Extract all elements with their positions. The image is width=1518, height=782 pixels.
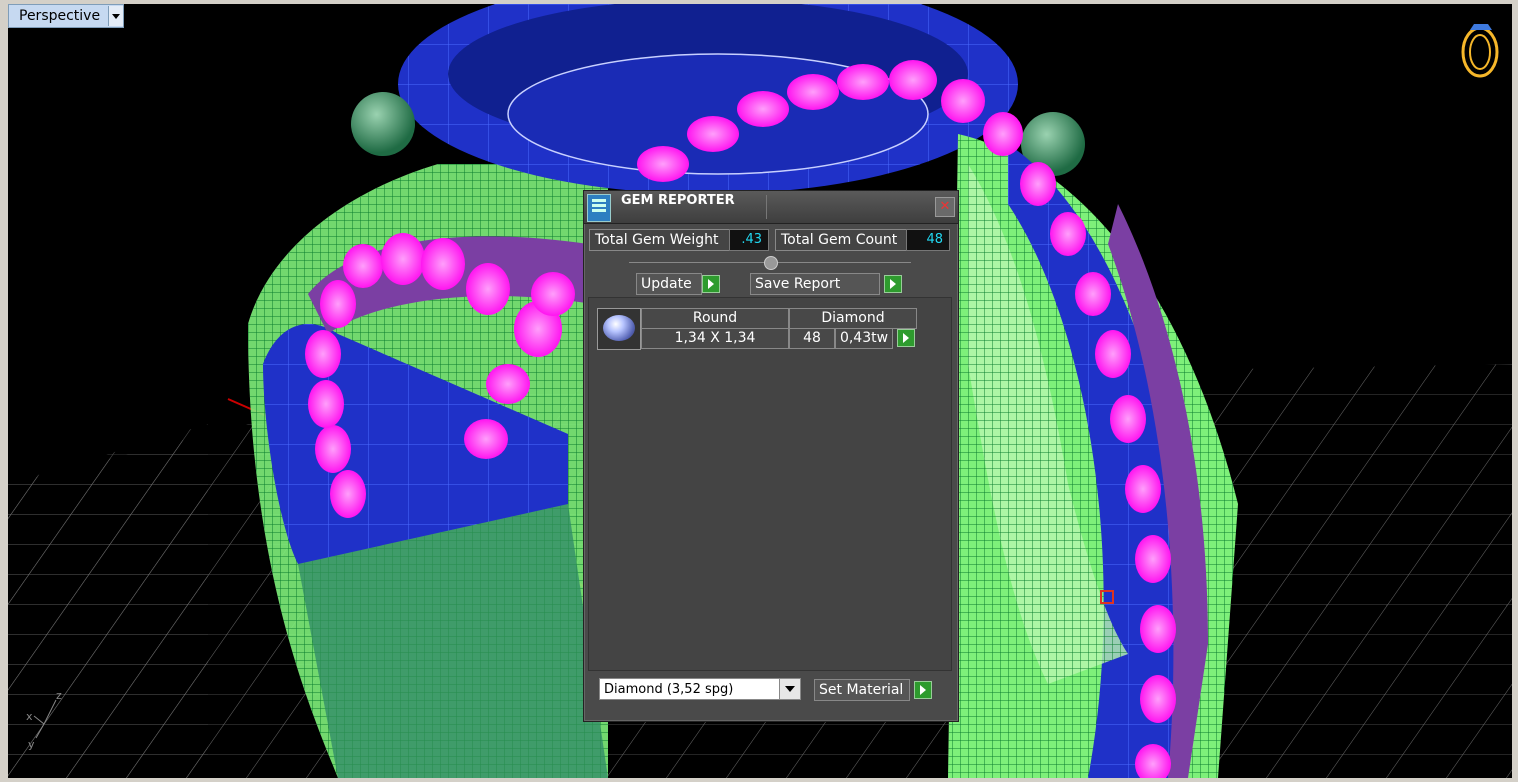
material-select[interactable]: Diamond (3,52 spg) (599, 678, 801, 700)
svg-text:x: x (26, 710, 33, 723)
save-report-button[interactable]: Save Report (750, 273, 880, 295)
ring-logo-icon (1461, 24, 1499, 78)
gem-material-cell: Diamond (789, 308, 917, 329)
ring-right-shank (948, 134, 1238, 778)
window-left-border (0, 0, 8, 782)
gem-count-cell: 48 (789, 328, 835, 349)
svg-text:y: y (28, 738, 35, 751)
svg-text:z: z (56, 689, 62, 702)
total-gem-weight-label: Total Gem Weight (589, 229, 732, 251)
gem-reporter-window[interactable]: GEM REPORTER ✕ Total Gem Weight .43 Tota… (583, 190, 959, 722)
gem-reporter-title: GEM REPORTER (621, 193, 735, 208)
gem-reporter-logo-icon (587, 194, 611, 222)
title-separator (766, 195, 767, 219)
update-button[interactable]: Update (636, 273, 702, 295)
total-gem-weight-value: .43 (729, 229, 769, 251)
gem-shape-cell: Round (641, 308, 789, 329)
set-material-play-icon[interactable] (914, 681, 932, 699)
total-gem-count-value: 48 (906, 229, 950, 251)
chevron-down-icon[interactable] (779, 679, 800, 699)
close-button[interactable]: ✕ (935, 197, 955, 217)
gem-list[interactable]: Round 1,34 X 1,34 Diamond 48 0,43tw (588, 297, 952, 671)
material-select-value: Diamond (3,52 spg) (604, 682, 734, 697)
viewport-title-tab[interactable]: Perspective (8, 4, 125, 28)
round-gem-icon (597, 308, 641, 350)
window-top-border (0, 0, 1518, 4)
gem-size-cell: 1,34 X 1,34 (641, 328, 789, 349)
viewport-menu-dropdown-icon[interactable] (108, 6, 124, 26)
window-bottom-border (0, 778, 1518, 782)
gem-row-play-icon[interactable] (897, 329, 915, 347)
set-material-button[interactable]: Set Material (814, 679, 910, 701)
save-report-play-icon[interactable] (884, 275, 902, 293)
splitter-handle[interactable] (764, 256, 778, 270)
window-right-border (1512, 0, 1518, 782)
total-gem-count-label: Total Gem Count (775, 229, 907, 251)
viewport-title: Perspective (19, 8, 101, 24)
gem-reporter-titlebar[interactable]: GEM REPORTER ✕ (584, 191, 958, 224)
gem-weight-cell: 0,43tw (835, 328, 893, 349)
update-play-icon[interactable] (702, 275, 720, 293)
